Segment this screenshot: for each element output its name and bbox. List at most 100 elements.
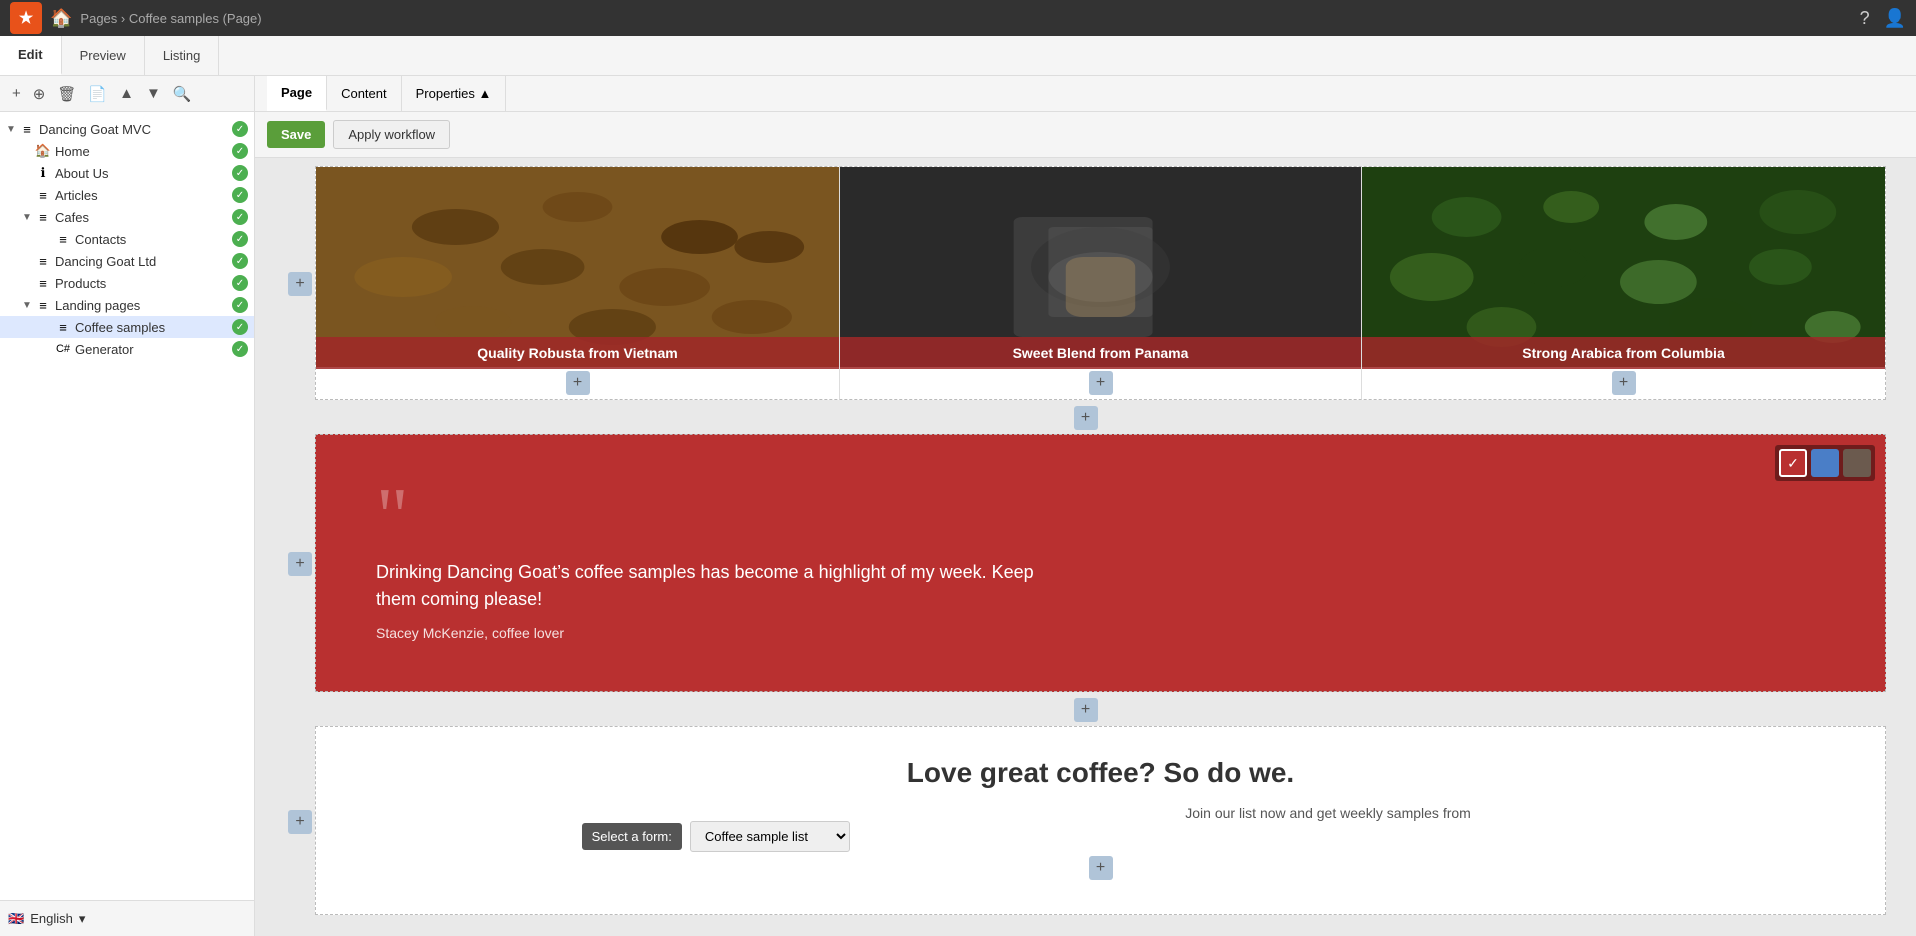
home-icon[interactable]: 🏠 <box>50 8 72 29</box>
status-icon: ✓ <box>232 253 248 269</box>
tab-properties[interactable]: Properties ▲ <box>402 76 507 111</box>
love-form-col: Select a form: Coffee sample list Newsle… <box>346 805 1086 852</box>
form-label: Select a form: <box>582 823 682 850</box>
sidebar-item-coffee-samples[interactable]: ≡ Coffee samples ✓ <box>0 316 254 338</box>
save-button[interactable]: Save <box>267 121 325 148</box>
sidebar-item-about[interactable]: ℹ About Us ✓ <box>0 162 254 184</box>
sidebar-item-cafes[interactable]: ▼ ≡ Cafes ✓ <box>0 206 254 228</box>
add-inside-columbia[interactable]: + <box>1612 371 1636 395</box>
color-swatch-brown[interactable] <box>1843 449 1871 477</box>
mode-tabs: Edit Preview Listing <box>0 36 219 75</box>
status-icon: ✓ <box>232 231 248 247</box>
add-button[interactable]: + <box>8 83 25 104</box>
generator-icon: C# <box>54 343 72 355</box>
landing-label: Landing pages <box>55 298 228 313</box>
coffee-icon: ≡ <box>54 320 72 335</box>
status-icon: ✓ <box>232 143 248 159</box>
page-canvas: + <box>255 158 1916 936</box>
product-card-vietnam: Quality Robusta from Vietnam + <box>316 167 839 399</box>
logo-icon: ★ <box>19 8 33 28</box>
add-block-between-quote-love[interactable]: + <box>1074 698 1098 722</box>
sidebar-item-home[interactable]: 🏠 Home ✓ <box>0 140 254 162</box>
app-logo[interactable]: ★ <box>10 2 42 34</box>
status-icon: ✓ <box>232 121 248 137</box>
canvas-bottom-padding <box>285 917 1886 936</box>
form-select[interactable]: Coffee sample list Newsletter Contact <box>690 821 850 852</box>
product-add-vietnam: + <box>316 367 839 399</box>
about-label: About Us <box>55 166 228 181</box>
home-label: Home <box>55 144 228 159</box>
home-nav-icon: 🏠 <box>34 143 52 159</box>
add-inside-love[interactable]: + <box>1089 856 1113 880</box>
toggle-icon: ▼ <box>4 124 18 135</box>
tab-content[interactable]: Content <box>327 76 402 111</box>
quote-author: Stacey McKenzie, coffee lover <box>376 625 1825 641</box>
content-toolbar: Save Apply workflow <box>255 112 1916 158</box>
main-layout: + ⊕ 🗑 📄 ▲ ▼ 🔍 ▼ ≡ Dancing Goat MVC ✓ 🏠 H… <box>0 76 1916 936</box>
tab-listing[interactable]: Listing <box>145 36 220 75</box>
add-block-between-products-quote[interactable]: + <box>1074 406 1098 430</box>
breadcrumb-pages[interactable]: Pages <box>80 11 117 26</box>
landing-icon: ≡ <box>34 298 52 313</box>
topbar-right: ? 👤 <box>1860 8 1906 29</box>
generator-label: Generator <box>75 342 228 357</box>
quote-text: Drinking Dancing Goat’s coffee samples h… <box>376 559 1076 613</box>
root-label: Dancing Goat MVC <box>39 122 228 137</box>
articles-icon: ≡ <box>34 188 52 203</box>
product-add-panama: + <box>840 367 1361 399</box>
language-bar: 🇬🇧 English ▾ <box>0 900 254 936</box>
sidebar-item-articles[interactable]: ≡ Articles ✓ <box>0 184 254 206</box>
sidebar-item-dancing-goat-ltd[interactable]: ≡ Dancing Goat Ltd ✓ <box>0 250 254 272</box>
add-child-button[interactable]: ⊕ <box>29 83 50 105</box>
help-icon[interactable]: ? <box>1860 8 1870 29</box>
sidebar-item-products[interactable]: ≡ Products ✓ <box>0 272 254 294</box>
tab-edit[interactable]: Edit <box>0 36 62 75</box>
sidebar-item-generator[interactable]: C# Generator ✓ <box>0 338 254 360</box>
product-label-vietnam: Quality Robusta from Vietnam <box>316 337 839 369</box>
color-swatch-blue[interactable] <box>1811 449 1839 477</box>
status-icon: ✓ <box>232 341 248 357</box>
workflow-button[interactable]: Apply workflow <box>333 120 450 149</box>
sidebar-item-landing[interactable]: ▼ ≡ Landing pages ✓ <box>0 294 254 316</box>
inblock-add-love: + <box>346 852 1855 884</box>
contacts-icon: ≡ <box>54 232 72 247</box>
product-label-panama: Sweet Blend from Panama <box>840 337 1361 369</box>
cafes-icon: ≡ <box>34 210 52 225</box>
product-add-columbia: + <box>1362 367 1885 399</box>
love-text-col: Join our list now and get weekly samples… <box>1116 805 1856 821</box>
love-row: + Love great coffee? So do we. Select a … <box>285 726 1886 917</box>
love-section: Love great coffee? So do we. Select a fo… <box>315 726 1886 915</box>
color-swatch-red[interactable]: ✓ <box>1779 449 1807 477</box>
left-side: + <box>285 166 315 402</box>
products-label: Products <box>55 276 228 291</box>
language-dropdown-icon[interactable]: ▾ <box>79 911 86 927</box>
love-bottom: Select a form: Coffee sample list Newsle… <box>346 805 1855 852</box>
add-between-2: + <box>285 694 1886 726</box>
add-block-left-products[interactable]: + <box>288 272 312 296</box>
add-block-left-quote[interactable]: + <box>288 552 312 576</box>
status-icon: ✓ <box>232 319 248 335</box>
sidebar-item-root[interactable]: ▼ ≡ Dancing Goat MVC ✓ <box>0 118 254 140</box>
add-inside-panama[interactable]: + <box>1089 371 1113 395</box>
products-row: + <box>285 166 1886 402</box>
tab-page[interactable]: Page <box>267 76 327 111</box>
sidebar-toolbar: + ⊕ 🗑 📄 ▲ ▼ 🔍 <box>0 76 254 112</box>
copy-button[interactable]: 📄 <box>84 83 111 105</box>
toggle-icon: ▼ <box>20 212 34 223</box>
delete-button[interactable]: 🗑 <box>53 83 80 105</box>
search-button[interactable]: 🔍 <box>169 83 196 105</box>
dgl-icon: ≡ <box>34 254 52 269</box>
tab-preview[interactable]: Preview <box>62 36 145 75</box>
add-inside-vietnam[interactable]: + <box>566 371 590 395</box>
sidebar-item-contacts[interactable]: ≡ Contacts ✓ <box>0 228 254 250</box>
status-icon: ✓ <box>232 209 248 225</box>
product-card-columbia: Strong Arabica from Columbia + <box>1362 167 1885 399</box>
subtoolbar: Edit Preview Listing <box>0 36 1916 76</box>
product-card-panama: Sweet Blend from Panama + <box>839 167 1362 399</box>
left-side-love: + <box>285 726 315 917</box>
move-down-button[interactable]: ▼ <box>142 83 165 104</box>
user-icon[interactable]: 👤 <box>1884 8 1906 29</box>
quote-mark: " <box>376 485 1825 549</box>
add-block-left-love[interactable]: + <box>288 810 312 834</box>
move-up-button[interactable]: ▲ <box>115 83 138 104</box>
